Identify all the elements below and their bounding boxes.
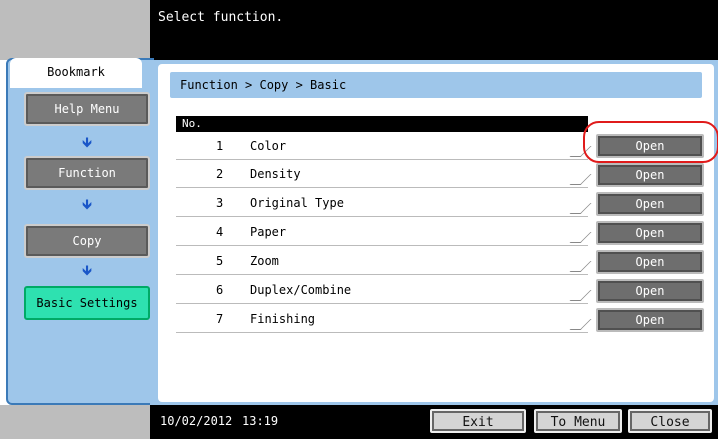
row-number: 3 — [216, 196, 224, 210]
row-name: Finishing — [250, 312, 316, 326]
exit-button[interactable]: Exit — [430, 409, 526, 433]
time-text: 13:19 — [242, 414, 279, 428]
table-row[interactable]: 7 Finishing — [176, 305, 592, 333]
open-button-original-type[interactable]: Open — [596, 192, 704, 216]
row-name: Original Type — [250, 196, 344, 210]
row-number: 6 — [216, 283, 224, 297]
arrow-down-icon: 🡻 — [81, 135, 93, 151]
highlight-circle — [583, 121, 718, 163]
row-number: 2 — [216, 167, 224, 181]
row-number: 7 — [216, 312, 224, 326]
open-button-paper[interactable]: Open — [596, 221, 704, 245]
close-button[interactable]: Close — [628, 409, 712, 433]
arrow-down-icon: 🡻 — [81, 197, 93, 213]
table-row[interactable]: 2 Density — [176, 160, 592, 188]
row-name: Density — [250, 167, 301, 181]
table-row[interactable]: 6 Duplex/Combine — [176, 276, 592, 304]
breadcrumb: Function > Copy > Basic — [170, 72, 702, 98]
row-number: 4 — [216, 225, 224, 239]
open-button-duplex-combine[interactable]: Open — [596, 279, 704, 303]
function-button[interactable]: Function — [24, 156, 150, 190]
date-text: 10/02/2012 — [160, 414, 233, 428]
message-text: Select function. — [158, 10, 284, 25]
open-button-zoom[interactable]: Open — [596, 250, 704, 274]
table-header-no: No. — [176, 116, 588, 132]
copier-screen: Select function. Bookmark Help Menu 🡻 Fu… — [0, 0, 718, 439]
bottom-left-filler — [0, 405, 150, 439]
open-button-finishing[interactable]: Open — [596, 308, 704, 332]
open-button-density[interactable]: Open — [596, 163, 704, 187]
basic-settings-button[interactable]: Basic Settings — [24, 286, 150, 320]
table-row[interactable]: 3 Original Type — [176, 189, 592, 217]
arrow-down-icon: 🡻 — [81, 263, 93, 279]
table-row[interactable]: 5 Zoom — [176, 247, 592, 275]
row-number: 5 — [216, 254, 224, 268]
row-name: Duplex/Combine — [250, 283, 352, 297]
table-row[interactable]: 1 Color — [176, 132, 592, 160]
table-row[interactable]: 4 Paper — [176, 218, 592, 246]
row-name: Color — [250, 139, 287, 153]
top-left-filler — [0, 0, 150, 60]
copy-button[interactable]: Copy — [24, 224, 150, 258]
bookmark-tab[interactable]: Bookmark — [10, 58, 142, 88]
row-name: Zoom — [250, 254, 279, 268]
message-bar: Select function. — [150, 0, 718, 60]
row-name: Paper — [250, 225, 287, 239]
status-bar: 10/02/2012 13:19 Exit To Menu Close — [150, 405, 718, 439]
row-number: 1 — [216, 139, 224, 153]
help-menu-button[interactable]: Help Menu — [24, 92, 150, 126]
to-menu-button[interactable]: To Menu — [534, 409, 622, 433]
